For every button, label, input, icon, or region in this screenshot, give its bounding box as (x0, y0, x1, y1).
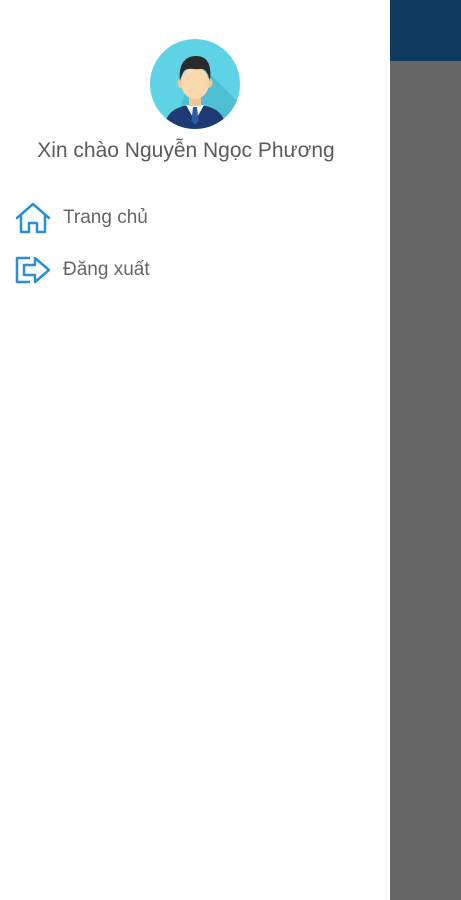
avatar (150, 39, 240, 129)
navigation-drawer: Xin chào Nguyễn Ngọc Phương Trang chủ Đă… (0, 0, 390, 900)
user-avatar-icon (150, 39, 240, 129)
menu-item-home[interactable]: Trang chủ (14, 198, 314, 238)
menu-item-logout-label: Đăng xuất (63, 259, 150, 280)
menu-item-logout[interactable]: Đăng xuất (14, 250, 314, 290)
home-icon (14, 201, 52, 235)
menu-item-home-label: Trang chủ (63, 207, 148, 228)
logout-icon (14, 253, 52, 287)
greeting-text: Xin chào Nguyễn Ngọc Phương (37, 139, 335, 162)
